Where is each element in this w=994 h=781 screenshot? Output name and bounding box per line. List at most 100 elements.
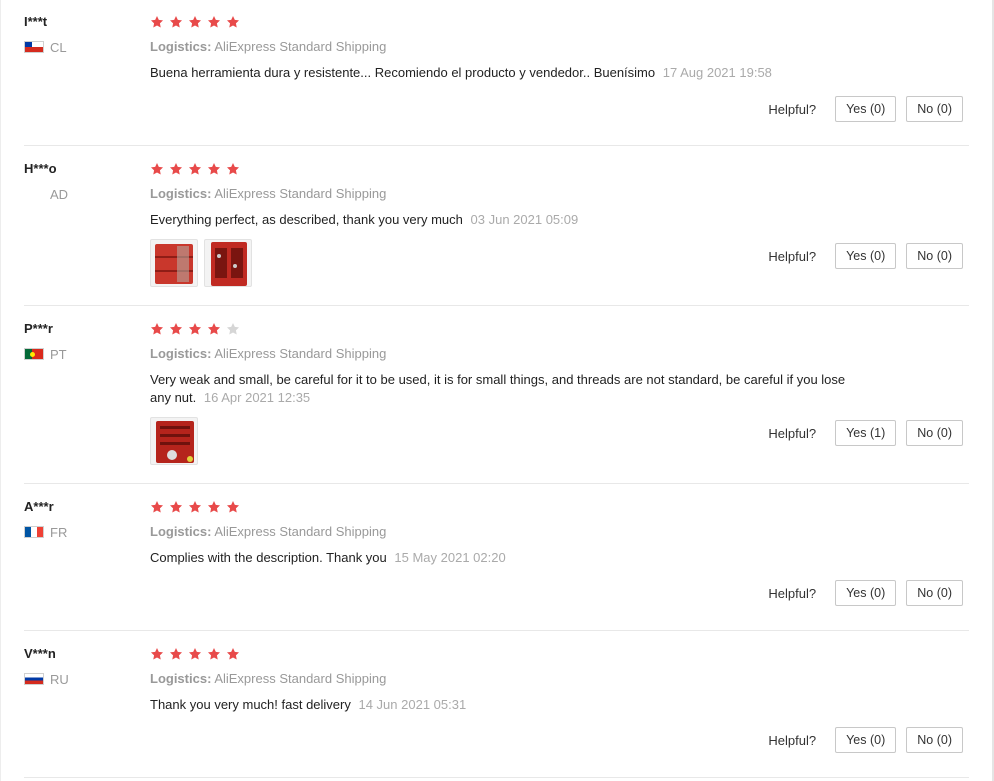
- star-rating: [150, 14, 870, 30]
- logistics-label: Logistics:: [150, 524, 212, 539]
- reviewer-info: P***r PT: [24, 321, 134, 362]
- star-filled-icon: [207, 323, 221, 335]
- helpful-vote: Helpful? Yes (0) No (0): [768, 580, 963, 606]
- review-date: 17 Aug 2021 19:58: [662, 65, 772, 80]
- helpful-vote: Helpful? Yes (0) No (0): [768, 243, 963, 269]
- star-filled-icon: [226, 501, 240, 513]
- review-item: A***r FR Logistics: AliExpress Standard …: [24, 499, 969, 631]
- portugal-flag-icon: [24, 348, 44, 360]
- logistics-method: AliExpress Standard Shipping: [214, 186, 387, 201]
- helpful-label: Helpful?: [768, 248, 817, 264]
- country-code: PT: [50, 346, 67, 362]
- star-filled-icon: [169, 648, 183, 660]
- helpful-no-button[interactable]: No (0): [906, 580, 963, 606]
- review-content: Logistics: AliExpress Standard Shipping …: [150, 646, 870, 714]
- review-date: 14 Jun 2021 05:31: [358, 697, 467, 712]
- logistics-method: AliExpress Standard Shipping: [214, 671, 387, 686]
- star-filled-icon: [226, 16, 240, 28]
- reviewer-country: FR: [24, 524, 134, 540]
- helpful-label: Helpful?: [768, 585, 817, 601]
- star-filled-icon: [169, 16, 183, 28]
- reviewer-country: PT: [24, 346, 134, 362]
- star-filled-icon: [188, 16, 202, 28]
- review-item: I***t CL Logistics: AliExpress Standard …: [24, 14, 969, 146]
- helpful-label: Helpful?: [768, 425, 817, 441]
- review-body: Thank you very much! fast delivery: [150, 697, 351, 712]
- logistics-label: Logistics:: [150, 346, 212, 361]
- review-item: V***n RU Logistics: AliExpress Standard …: [24, 646, 969, 778]
- helpful-yes-button[interactable]: Yes (0): [835, 243, 897, 269]
- review-photos: [150, 417, 870, 465]
- logistics-label: Logistics:: [150, 671, 212, 686]
- review-date: 16 Apr 2021 12:35: [203, 390, 311, 405]
- helpful-no-button[interactable]: No (0): [906, 420, 963, 446]
- country-code: CL: [50, 39, 67, 55]
- logistics-info: Logistics: AliExpress Standard Shipping: [150, 524, 870, 540]
- star-empty-icon: [226, 323, 240, 335]
- review-date: 03 Jun 2021 05:09: [470, 212, 579, 227]
- helpful-label: Helpful?: [768, 101, 817, 117]
- review-text: Thank you very much! fast delivery 14 Ju…: [150, 696, 860, 714]
- helpful-no-button[interactable]: No (0): [906, 243, 963, 269]
- reviewer-name: V***n: [24, 646, 56, 661]
- blank-flag-icon: [24, 188, 44, 200]
- helpful-no-button[interactable]: No (0): [906, 727, 963, 753]
- helpful-label: Helpful?: [768, 732, 817, 748]
- country-code: RU: [50, 671, 69, 687]
- logistics-method: AliExpress Standard Shipping: [214, 346, 387, 361]
- review-date: 15 May 2021 02:20: [394, 550, 506, 565]
- review-text: Complies with the description. Thank you…: [150, 549, 860, 567]
- review-photo-thumbnail[interactable]: [204, 239, 252, 287]
- star-filled-icon: [207, 16, 221, 28]
- reviewer-info: A***r FR: [24, 499, 134, 540]
- helpful-vote: Helpful? Yes (0) No (0): [768, 96, 963, 122]
- reviewer-name: H***o: [24, 161, 57, 176]
- helpful-yes-button[interactable]: Yes (0): [835, 96, 897, 122]
- helpful-yes-button[interactable]: Yes (1): [835, 420, 897, 446]
- logistics-method: AliExpress Standard Shipping: [214, 524, 387, 539]
- star-filled-icon: [150, 501, 164, 513]
- star-filled-icon: [226, 163, 240, 175]
- reviewer-info: V***n RU: [24, 646, 134, 687]
- star-filled-icon: [207, 501, 221, 513]
- logistics-label: Logistics:: [150, 39, 212, 54]
- review-text: Buena herramienta dura y resistente... R…: [150, 64, 860, 82]
- star-filled-icon: [188, 163, 202, 175]
- star-filled-icon: [226, 648, 240, 660]
- logistics-info: Logistics: AliExpress Standard Shipping: [150, 186, 870, 202]
- reviewer-name: A***r: [24, 499, 54, 514]
- review-photo-thumbnail[interactable]: [150, 239, 198, 287]
- reviewer-name: P***r: [24, 321, 53, 336]
- france-flag-icon: [24, 526, 44, 538]
- logistics-info: Logistics: AliExpress Standard Shipping: [150, 346, 870, 362]
- reviewer-name: I***t: [24, 14, 48, 29]
- review-content: Logistics: AliExpress Standard Shipping …: [150, 161, 870, 287]
- logistics-method: AliExpress Standard Shipping: [214, 39, 387, 54]
- helpful-yes-button[interactable]: Yes (0): [835, 727, 897, 753]
- star-rating: [150, 646, 870, 662]
- star-filled-icon: [150, 323, 164, 335]
- country-code: FR: [50, 524, 68, 540]
- star-filled-icon: [188, 323, 202, 335]
- star-rating: [150, 499, 870, 515]
- star-filled-icon: [150, 16, 164, 28]
- star-filled-icon: [169, 163, 183, 175]
- review-body: Everything perfect, as described, thank …: [150, 212, 463, 227]
- review-text: Very weak and small, be careful for it t…: [150, 371, 860, 407]
- helpful-yes-button[interactable]: Yes (0): [835, 580, 897, 606]
- logistics-info: Logistics: AliExpress Standard Shipping: [150, 671, 870, 687]
- review-content: Logistics: AliExpress Standard Shipping …: [150, 321, 870, 465]
- page-left-border: [0, 0, 1, 781]
- helpful-no-button[interactable]: No (0): [906, 96, 963, 122]
- star-filled-icon: [188, 648, 202, 660]
- review-body: Complies with the description. Thank you: [150, 550, 387, 565]
- review-content: Logistics: AliExpress Standard Shipping …: [150, 499, 870, 567]
- star-rating: [150, 321, 870, 337]
- review-item: P***r PT Logistics: AliExpress Standard …: [24, 321, 969, 484]
- review-item: H***o AD Logistics: AliExpress Standard …: [24, 161, 969, 306]
- review-photo-thumbnail[interactable]: [150, 417, 198, 465]
- reviewer-country: RU: [24, 671, 134, 687]
- chile-flag-icon: [24, 41, 44, 53]
- star-filled-icon: [150, 648, 164, 660]
- star-filled-icon: [169, 501, 183, 513]
